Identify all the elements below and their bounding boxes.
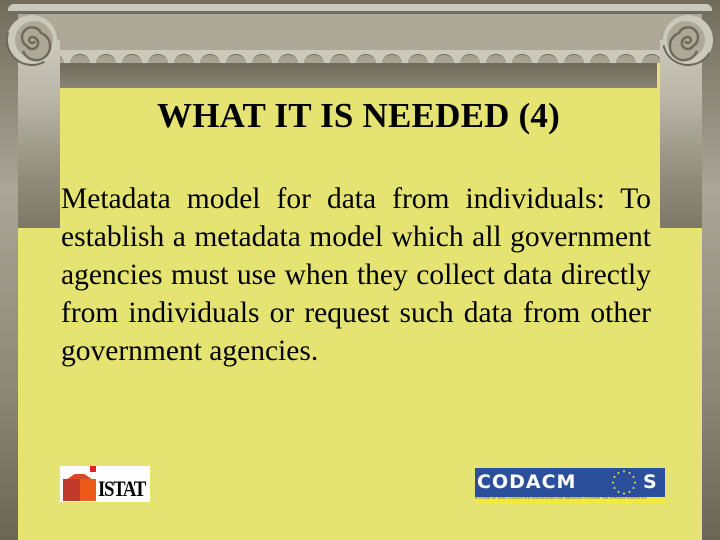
capital-bead	[252, 54, 272, 63]
capital-bead	[382, 54, 402, 63]
eu-star	[623, 470, 625, 473]
capital-bead	[616, 54, 636, 63]
capital-bead	[486, 54, 506, 63]
capital-band-light	[8, 4, 712, 11]
capital-bead	[564, 54, 584, 63]
capital-bead	[512, 54, 532, 63]
istat-logo: ISTAT	[60, 466, 150, 502]
eu-star	[628, 491, 631, 494]
eu-stars-icon	[612, 470, 636, 495]
capital-bead	[434, 54, 454, 63]
capital-bead	[460, 54, 480, 63]
capital-bead	[590, 54, 610, 63]
eu-star	[628, 471, 631, 474]
capital-band	[18, 14, 702, 50]
slide-body-text: Metadata model for data from individuals…	[61, 183, 651, 367]
capital-bead	[148, 54, 168, 63]
capital-bead	[356, 54, 376, 63]
eu-star	[613, 476, 616, 478]
codacmos-logo: CODACM S CLUSTER OF DATA COLLECTION INTE…	[475, 468, 665, 504]
capital-shadow	[60, 63, 657, 88]
capital-bead	[408, 54, 428, 63]
eu-star	[612, 481, 614, 484]
capital-bead	[200, 54, 220, 63]
capital-bead	[96, 54, 116, 63]
capital-bead	[330, 54, 350, 63]
column-left	[18, 40, 60, 228]
istat-square-icon	[90, 466, 96, 472]
istat-logo-text: ISTAT	[98, 476, 146, 501]
eu-star	[623, 492, 625, 495]
codacmos-logo-text: CODACM	[477, 471, 577, 493]
eu-star	[632, 476, 635, 478]
volute-right-icon	[662, 13, 714, 66]
codacmos-logo-text-end: S	[643, 471, 657, 493]
eu-star	[632, 487, 635, 489]
istat-house-left	[63, 479, 80, 501]
column-right	[660, 40, 702, 228]
eu-star	[634, 481, 636, 484]
capital-bead	[226, 54, 246, 63]
frame-right	[702, 0, 720, 540]
capital-bead-strip	[18, 50, 702, 63]
eu-star	[617, 491, 620, 494]
frame-left	[0, 0, 18, 540]
capital-bead	[122, 54, 142, 63]
capital-bead	[538, 54, 558, 63]
eu-star	[613, 487, 616, 489]
capital-bead	[70, 54, 90, 63]
istat-house-right	[80, 479, 96, 501]
volute-left-icon	[5, 13, 58, 66]
capital-bead	[174, 54, 194, 63]
slide-title: WHAT IT IS NEEDED (4)	[157, 96, 560, 135]
capital-bead	[278, 54, 298, 63]
codacmos-subtitle: CLUSTER OF DATA COLLECTION INTEGRATION A…	[475, 497, 665, 504]
capital-bead	[304, 54, 324, 63]
eu-star	[617, 471, 620, 474]
